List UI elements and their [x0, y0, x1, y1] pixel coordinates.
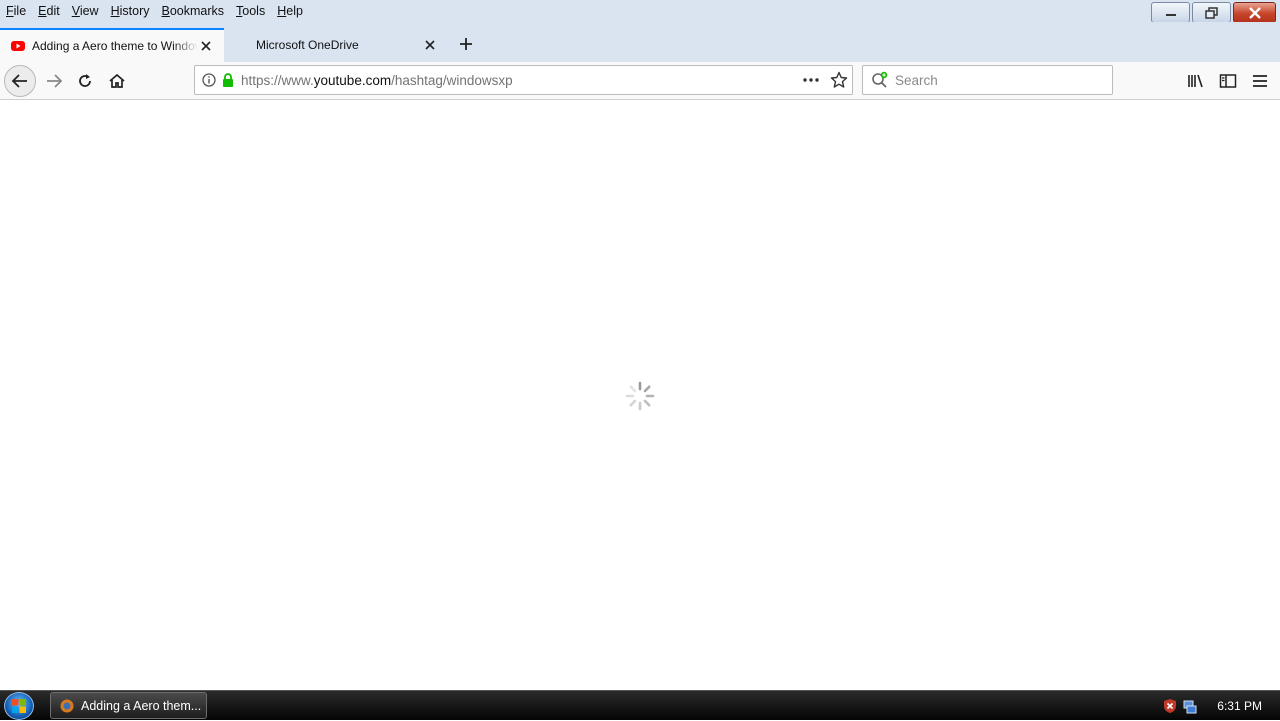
restore-button[interactable] — [1192, 2, 1231, 23]
menu-help[interactable]: Help — [271, 4, 309, 18]
close-icon — [201, 41, 211, 51]
back-button[interactable] — [4, 65, 36, 97]
url-text[interactable]: https://www.youtube.com/hashtag/windowsx… — [241, 73, 513, 88]
tab-close-button[interactable] — [422, 37, 438, 53]
taskbar-clock[interactable]: 6:31 PM — [1217, 699, 1262, 713]
tab-youtube[interactable]: Adding a Aero theme to Windows XP — [0, 28, 224, 62]
close-window-button[interactable] — [1233, 2, 1276, 23]
minimize-button[interactable] — [1151, 2, 1190, 23]
menu-file[interactable]: File — [0, 4, 32, 18]
forward-button[interactable] — [38, 65, 70, 97]
toolbar-right — [1180, 65, 1276, 97]
more-actions-icon[interactable] — [802, 77, 820, 83]
menu-bar: File Edit View History Bookmarks Tools H… — [0, 0, 1280, 23]
app-icon — [60, 699, 74, 712]
nav-toolbar: https://www.youtube.com/hashtag/windowsx… — [0, 62, 1280, 100]
network-icon[interactable] — [1181, 697, 1199, 715]
sidebar-icon — [1219, 74, 1237, 88]
sidebar-button[interactable] — [1212, 65, 1244, 97]
library-icon — [1188, 74, 1203, 88]
menu-edit[interactable]: Edit — [32, 4, 66, 18]
close-icon — [1248, 6, 1261, 19]
tab-label: Microsoft OneDrive — [256, 38, 359, 52]
menu-tools[interactable]: Tools — [230, 4, 271, 18]
taskbar-task-label: Adding a Aero them... — [81, 698, 202, 713]
window-controls — [1151, 2, 1276, 23]
menu-history[interactable]: History — [105, 4, 156, 18]
menu-bookmarks[interactable]: Bookmarks — [156, 4, 231, 18]
security-alert-icon[interactable] — [1161, 697, 1179, 715]
start-button[interactable] — [4, 692, 34, 720]
tab-label: Adding a Aero theme to Windows XP — [32, 39, 198, 53]
search-input[interactable] — [895, 72, 1095, 88]
url-prefix: https://www. — [241, 72, 314, 88]
new-tab-button[interactable] — [456, 34, 476, 54]
url-path: /hashtag/windowsxp — [391, 72, 513, 88]
home-button[interactable] — [101, 65, 133, 97]
reload-button[interactable] — [69, 65, 101, 97]
menu-view[interactable]: View — [66, 4, 105, 18]
tab-strip: Adding a Aero theme to Windows XP Micros… — [0, 22, 1280, 62]
minimize-icon — [1165, 13, 1176, 16]
plus-icon — [460, 38, 472, 50]
windows-logo-icon — [12, 699, 26, 713]
hamburger-menu-icon — [1253, 75, 1267, 87]
youtube-icon — [11, 41, 25, 51]
app-menu-button[interactable] — [1244, 65, 1276, 97]
reload-icon — [79, 74, 91, 87]
lock-icon — [223, 73, 233, 87]
library-button[interactable] — [1180, 65, 1212, 97]
system-tray: 6:31 PM — [1161, 691, 1280, 721]
search-icon — [872, 71, 888, 88]
tab-onedrive[interactable]: Microsoft OneDrive — [224, 28, 448, 62]
info-icon[interactable] — [201, 72, 217, 88]
loading-spinner-icon — [625, 381, 655, 411]
page-content — [0, 100, 1280, 690]
url-actions — [802, 66, 848, 94]
bookmark-star-icon[interactable] — [830, 71, 848, 89]
close-icon — [425, 40, 435, 50]
url-bar[interactable]: https://www.youtube.com/hashtag/windowsx… — [194, 65, 853, 95]
network-status-icon — [1183, 700, 1197, 714]
tab-close-button[interactable] — [198, 38, 214, 54]
url-host: youtube.com — [313, 72, 392, 88]
search-bar — [862, 65, 1113, 95]
arrow-right-icon — [47, 74, 63, 88]
restore-icon — [1204, 6, 1218, 19]
shield-icon — [1164, 699, 1177, 713]
home-icon — [109, 73, 125, 88]
taskbar-task-firefox[interactable]: Adding a Aero them... — [50, 692, 207, 719]
taskbar: Adding a Aero them... 6:31 PM — [0, 690, 1280, 720]
arrow-left-icon — [11, 74, 27, 88]
